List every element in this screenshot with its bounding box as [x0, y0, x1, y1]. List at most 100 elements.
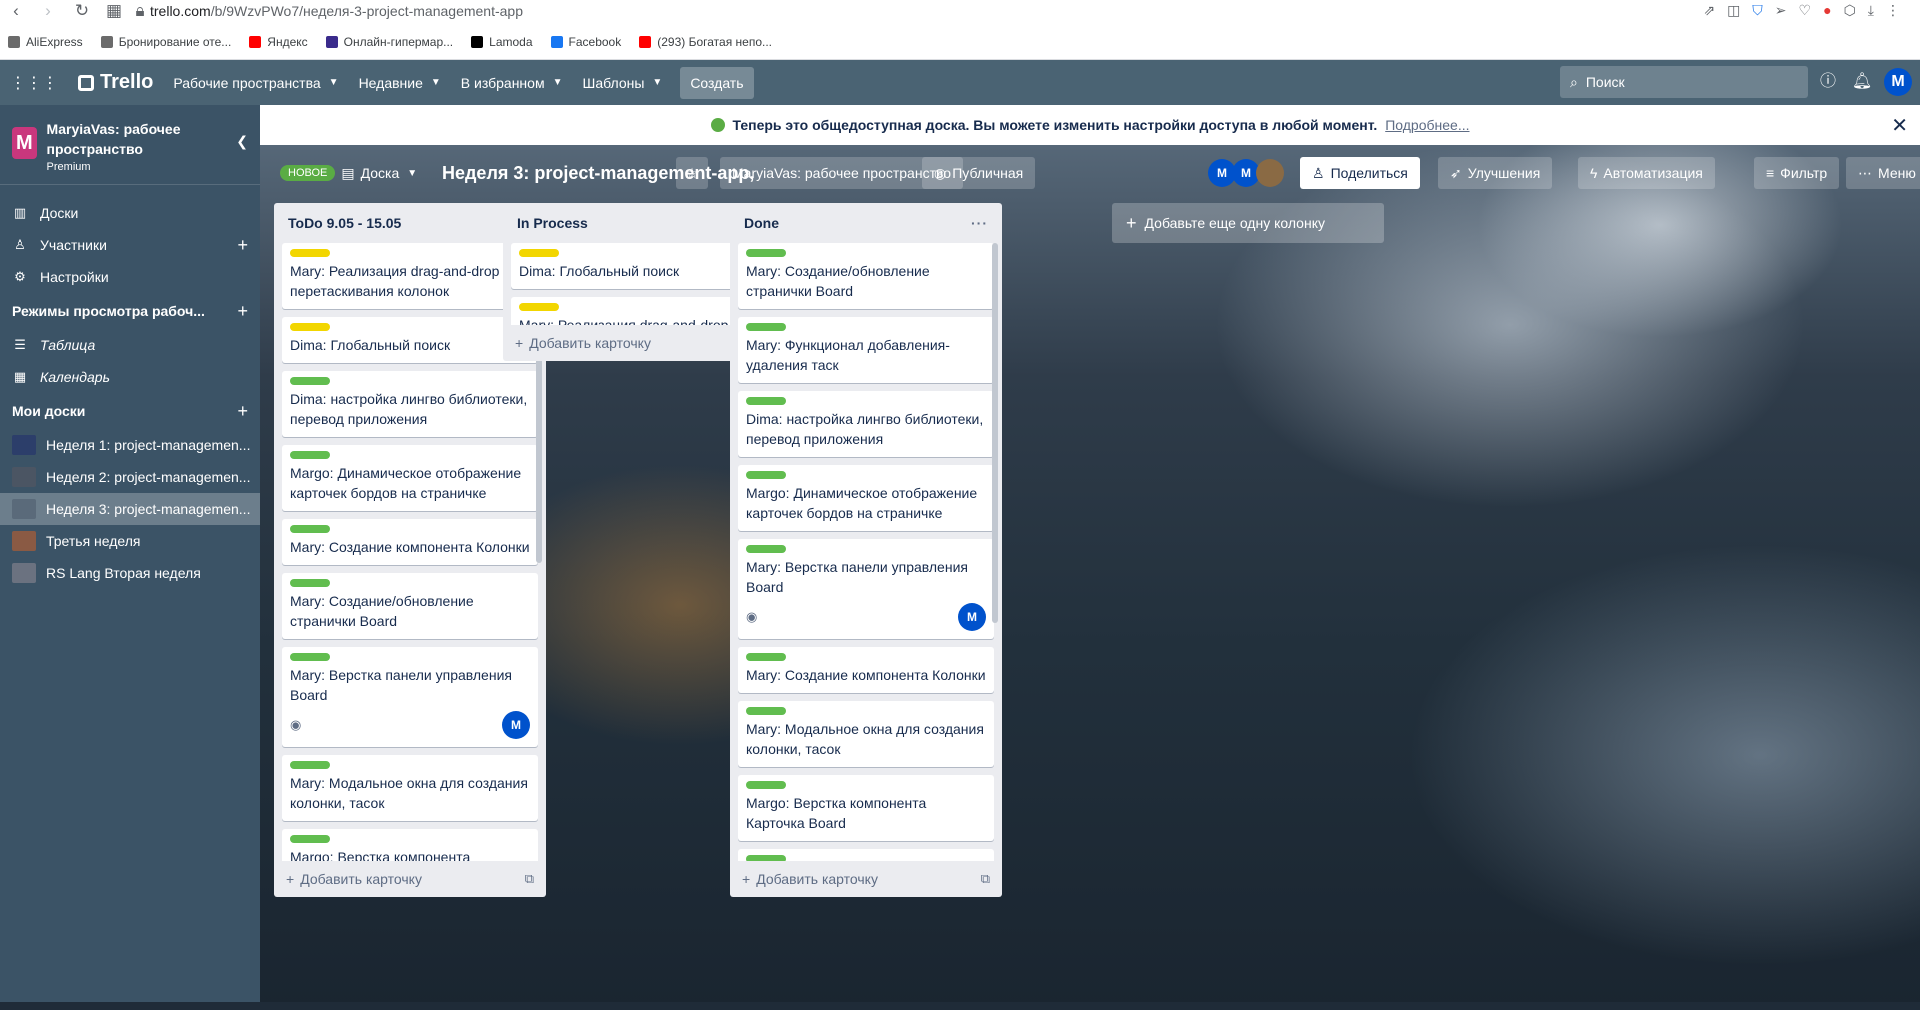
sidebar-item-table[interactable]: ☰ Таблица: [0, 329, 260, 361]
info-icon[interactable]: ⓘ: [1816, 70, 1840, 94]
visibility-button[interactable]: ◎ Публичная: [922, 157, 1036, 189]
template-icon[interactable]: ⧉: [525, 871, 534, 887]
add-list-button[interactable]: + Добавьте еще одну колонку: [1112, 203, 1384, 243]
trello-logo[interactable]: Trello: [68, 71, 163, 94]
create-button[interactable]: Создать: [680, 66, 754, 99]
sidebar-item-members[interactable]: ♙ Участники +: [0, 229, 260, 261]
task-card[interactable]: Margo: Динамическое отображение карточек…: [282, 445, 538, 511]
template-icon[interactable]: ⧉: [981, 871, 990, 887]
card-label[interactable]: [746, 397, 786, 405]
nav-starred[interactable]: В избранном ▼: [451, 67, 573, 99]
card-label[interactable]: [290, 761, 330, 769]
card-label[interactable]: [290, 249, 330, 257]
bookmark-item[interactable]: Facebook: [550, 35, 621, 49]
more-vert-icon[interactable]: ⋮: [1886, 2, 1900, 19]
add-view-icon[interactable]: +: [237, 301, 248, 322]
sidebar-board-item[interactable]: RS Lang Вторая неделя: [0, 557, 260, 589]
bookmark-item[interactable]: Онлайн-гипермар...: [325, 35, 453, 49]
card-label[interactable]: [746, 855, 786, 861]
task-card[interactable]: Mary: Создание компонента Колонки: [738, 647, 994, 693]
task-card[interactable]: Mary: Модальное окна для создания колонк…: [738, 701, 994, 767]
workspace-name[interactable]: MaryiaVas: рабочее пространство: [47, 119, 227, 159]
card-member-avatar[interactable]: M: [502, 711, 530, 739]
download-icon[interactable]: ⤓: [1868, 2, 1874, 19]
task-card[interactable]: Mary: Создание/обновление странички Boar…: [738, 243, 994, 309]
card-label[interactable]: [290, 835, 330, 843]
workspace-logo[interactable]: M: [12, 127, 37, 159]
task-card[interactable]: Mary: Верстка панели управления Board ◉ M: [282, 647, 538, 747]
add-member-icon[interactable]: +: [237, 235, 248, 256]
add-card-button[interactable]: + Добавить карточку ⧉: [274, 861, 546, 897]
card-label[interactable]: [519, 249, 559, 257]
nav-templates[interactable]: Шаблоны ▼: [572, 67, 672, 99]
task-card[interactable]: Mary: Реализация drag-and-drop для перет…: [511, 297, 767, 325]
nav-workspaces[interactable]: Рабочие пространства ▼: [163, 67, 348, 99]
board-view-switcher[interactable]: НОВОЕ ▤ Доска ▼: [280, 157, 417, 189]
task-card[interactable]: Dima: Глобальный поиск: [511, 243, 767, 289]
share-icon[interactable]: ⇗: [1703, 2, 1715, 19]
bookmark-item[interactable]: Яндекс: [249, 35, 308, 49]
list-header[interactable]: Done ···: [730, 203, 1002, 243]
banner-more-link[interactable]: Подробнее...: [1385, 117, 1469, 133]
card-label[interactable]: [290, 323, 330, 331]
back-icon[interactable]: ‹: [4, 0, 28, 22]
sidebar-board-item[interactable]: Неделя 1: project-managemen...: [0, 429, 260, 461]
card-label[interactable]: [746, 653, 786, 661]
task-card[interactable]: Mary: Функционал добавления-удаления тас…: [738, 317, 994, 383]
sidebar-item-settings[interactable]: ⚙ Настройки: [0, 261, 260, 293]
nav-recent[interactable]: Недавние ▼: [349, 67, 451, 99]
adblock-icon[interactable]: ●: [1823, 2, 1831, 19]
bookmark-item[interactable]: AliExpress: [8, 35, 83, 49]
bell-icon[interactable]: 🔔︎: [1850, 70, 1874, 94]
bookmark-item[interactable]: Lamoda: [471, 35, 533, 49]
reload-icon[interactable]: ↻: [70, 0, 94, 22]
share-button[interactable]: ♙ Поделиться: [1300, 157, 1420, 189]
task-card[interactable]: Dima: Глобальный поиск: [282, 317, 538, 363]
card-label[interactable]: [746, 707, 786, 715]
task-card[interactable]: Margo: Верстка компонента Карточка Board: [738, 775, 994, 841]
task-card[interactable]: Mary: Реализация drag-and-drop для перет…: [282, 243, 538, 309]
card-label[interactable]: [746, 471, 786, 479]
filter-button[interactable]: ≡ Фильтр: [1754, 157, 1840, 189]
bookmark-item[interactable]: (293) Богатая непо...: [639, 35, 772, 49]
task-card[interactable]: Dima: настройка лингво библиотеки, перев…: [738, 391, 994, 457]
task-card[interactable]: Mary: Модальное окна для создания колонк…: [282, 755, 538, 821]
collapse-sidebar-icon[interactable]: ❮: [236, 133, 248, 150]
card-label[interactable]: [746, 249, 786, 257]
card-label[interactable]: [290, 653, 330, 661]
list-scrollbar[interactable]: [992, 243, 998, 623]
more-horiz-icon[interactable]: ···: [971, 215, 988, 231]
user-avatar[interactable]: M: [1884, 68, 1912, 96]
heart-icon[interactable]: ♡: [1799, 2, 1812, 19]
menu-button[interactable]: ⋯ Меню: [1846, 157, 1920, 189]
card-label[interactable]: [290, 377, 330, 385]
sidebar-board-item[interactable]: Третья неделя: [0, 525, 260, 557]
list-title[interactable]: ToDo 9.05 - 15.05: [288, 215, 401, 231]
sidebar-item-calendar[interactable]: ▦ Календарь: [0, 361, 260, 393]
task-card[interactable]: Dima: настройка лингво библиотеки, перев…: [282, 371, 538, 437]
camera-icon[interactable]: ◫: [1727, 2, 1740, 19]
task-card[interactable]: Mary: Создание/обновление странички Boar…: [282, 573, 538, 639]
apps-grid-icon[interactable]: ▦: [102, 0, 126, 22]
add-board-icon[interactable]: +: [237, 401, 248, 422]
card-member-avatar[interactable]: M: [958, 603, 986, 631]
search-input[interactable]: ⌕ Поиск: [1560, 66, 1808, 98]
list-title[interactable]: In Process: [517, 215, 588, 231]
sidebar-board-item[interactable]: Неделя 3: project-managemen...: [0, 493, 260, 525]
task-card[interactable]: Margo: Динамическое отображение карточек…: [738, 465, 994, 531]
close-icon[interactable]: ✕: [1891, 113, 1908, 138]
task-card[interactable]: Mary: Создание компонента Колонки: [282, 519, 538, 565]
powerups-button[interactable]: ➶ Улучшения: [1438, 157, 1553, 189]
forward-icon[interactable]: ›: [36, 0, 60, 22]
app-switcher-icon[interactable]: ⋮⋮⋮: [0, 67, 68, 99]
card-label[interactable]: [290, 451, 330, 459]
card-label[interactable]: [746, 781, 786, 789]
send-icon[interactable]: ➢: [1775, 2, 1787, 19]
sidebar-item-boards[interactable]: ▥ Доски: [0, 197, 260, 229]
card-label[interactable]: [746, 323, 786, 331]
task-card[interactable]: Mary: Функционал динамической смены orde…: [738, 849, 994, 861]
shield-icon[interactable]: ⛉: [1752, 2, 1763, 19]
task-card[interactable]: Mary: Верстка панели управления Board ◉ M: [738, 539, 994, 639]
list-title[interactable]: Done: [744, 215, 779, 231]
card-label[interactable]: [290, 579, 330, 587]
